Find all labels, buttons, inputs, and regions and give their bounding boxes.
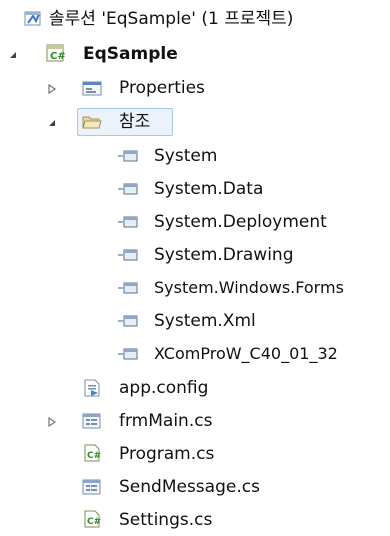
collapsed-arrow-icon[interactable]	[46, 83, 58, 95]
expanded-arrow-icon[interactable]	[7, 49, 19, 61]
properties-icon	[82, 81, 102, 96]
reference-item[interactable]: System.Deployment	[0, 206, 390, 238]
reference-label: System.Windows.Forms	[154, 278, 344, 297]
reference-item[interactable]: System	[0, 140, 390, 172]
references-node[interactable]: 참조	[0, 106, 390, 138]
expanded-arrow-icon[interactable]	[46, 117, 58, 129]
file-label: Settings.cs	[119, 510, 213, 530]
file-label: Program.cs	[119, 444, 215, 464]
properties-label: Properties	[119, 78, 205, 98]
file-label: frmMain.cs	[119, 411, 213, 431]
reference-item[interactable]: XComProW_C40_01_32	[0, 338, 390, 370]
file-label: app.config	[119, 378, 209, 398]
open-folder-icon	[82, 116, 102, 129]
config-file-icon	[84, 379, 100, 397]
reference-label: XComProW_C40_01_32	[154, 344, 338, 363]
properties-node[interactable]: Properties	[0, 72, 390, 104]
svg-text:C#: C#	[50, 51, 65, 62]
solution-explorer-tree: 솔루션 'EqSample' (1 프로젝트) C# EqSample Prop…	[0, 0, 390, 533]
file-node-app-config[interactable]: app.config	[0, 372, 390, 404]
form-file-icon	[82, 413, 101, 429]
csharp-file-icon: C#	[84, 510, 101, 528]
reference-icon	[118, 282, 138, 294]
file-node-settings[interactable]: C# Settings.cs	[0, 504, 390, 536]
file-node-frmmain[interactable]: frmMain.cs	[0, 405, 390, 437]
solution-label: 솔루션 'EqSample' (1 프로젝트)	[49, 9, 294, 29]
reference-label: System.Data	[154, 179, 264, 199]
project-label: EqSample	[83, 44, 178, 64]
form-file-icon	[82, 479, 101, 495]
reference-icon	[118, 150, 138, 162]
reference-item[interactable]: System.Drawing	[0, 239, 390, 271]
csharp-file-icon: C#	[84, 444, 101, 462]
file-label: SendMessage.cs	[119, 477, 260, 497]
collapsed-arrow-icon[interactable]	[46, 416, 58, 428]
project-node-eqsample[interactable]: C# EqSample	[0, 38, 390, 70]
reference-item[interactable]: System.Xml	[0, 305, 390, 337]
solution-icon	[24, 11, 41, 26]
solution-node[interactable]: 솔루션 'EqSample' (1 프로젝트)	[0, 3, 390, 35]
reference-icon	[118, 315, 138, 327]
reference-item[interactable]: System.Data	[0, 173, 390, 205]
svg-text:C#: C#	[87, 517, 101, 527]
reference-item[interactable]: System.Windows.Forms	[0, 272, 390, 304]
reference-icon	[118, 216, 138, 228]
reference-icon	[118, 249, 138, 261]
file-node-sendmessage[interactable]: SendMessage.cs	[0, 471, 390, 503]
reference-icon	[118, 183, 138, 195]
reference-label: System.Xml	[154, 311, 256, 331]
file-node-program[interactable]: C# Program.cs	[0, 438, 390, 470]
svg-text:C#: C#	[87, 451, 101, 461]
reference-icon	[118, 348, 138, 360]
reference-label: System.Deployment	[154, 212, 327, 232]
reference-label: System	[154, 146, 218, 166]
csharp-project-icon: C#	[46, 44, 65, 62]
references-label: 참조	[119, 112, 151, 132]
reference-label: System.Drawing	[154, 245, 294, 265]
